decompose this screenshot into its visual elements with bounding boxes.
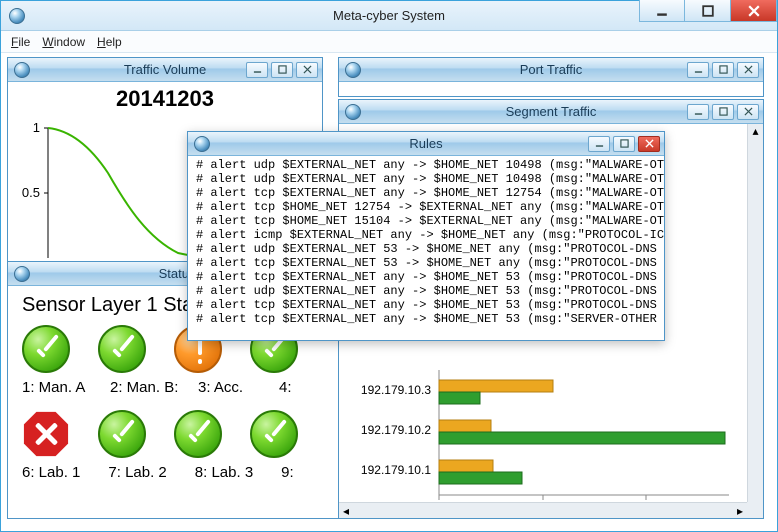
scroll-corner <box>747 502 763 518</box>
traffic-volume-date: 20141203 <box>18 86 312 112</box>
app-title: Meta-cyber System <box>333 8 445 23</box>
seg-label: 192.179.10.3 <box>361 383 431 397</box>
mdi-area: Port Traffic Traffic Volume 20141203 <box>1 53 777 531</box>
titlebar-rules[interactable]: Rules <box>188 132 664 156</box>
status-badge-ok-icon <box>98 410 146 458</box>
minimize-button[interactable] <box>687 104 709 120</box>
status-badge-ok-icon <box>22 325 70 373</box>
status-label: 3: Acc. <box>198 379 251 396</box>
scroll-left-icon[interactable]: ◂ <box>339 504 353 518</box>
title-rules: Rules <box>409 136 442 151</box>
close-button[interactable] <box>638 136 660 152</box>
app-icon <box>9 8 25 24</box>
window-port-traffic[interactable]: Port Traffic <box>338 57 764 97</box>
main-titlebar[interactable]: Meta-cyber System <box>1 1 777 31</box>
window-rules[interactable]: Rules # alert udp $EXTERNAL_NET any -> $… <box>187 131 665 341</box>
close-button[interactable] <box>737 104 759 120</box>
status-badge-error-icon <box>22 410 70 458</box>
globe-icon <box>14 266 30 282</box>
status-row-2-badges <box>22 410 332 458</box>
status-badge-ok-icon <box>98 325 146 373</box>
titlebar-port-traffic[interactable]: Port Traffic <box>339 58 763 82</box>
titlebar-traffic-volume[interactable]: Traffic Volume <box>8 58 322 82</box>
seg-label: 192.179.10.1 <box>361 463 431 477</box>
status-badge-ok-icon <box>250 410 298 458</box>
maximize-button[interactable] <box>712 62 734 78</box>
titlebar-segment-traffic[interactable]: Segment Traffic <box>339 100 763 124</box>
rules-text[interactable]: # alert udp $EXTERNAL_NET any -> $HOME_N… <box>188 156 664 330</box>
bar-A <box>439 460 493 472</box>
bar-A <box>439 420 491 432</box>
globe-icon <box>194 136 210 152</box>
globe-icon <box>345 104 361 120</box>
scroll-up-icon[interactable]: ▴ <box>749 124 763 138</box>
menu-file[interactable]: File <box>11 35 30 49</box>
status-label: 9: <box>281 464 332 481</box>
minimize-button[interactable] <box>588 136 610 152</box>
close-button[interactable] <box>296 62 318 78</box>
menu-window[interactable]: Window <box>42 35 85 49</box>
menubar: File Window Help <box>1 31 777 53</box>
status-label: 6: Lab. 1 <box>22 464 80 481</box>
title-segment-traffic: Segment Traffic <box>506 104 597 119</box>
title-port-traffic: Port Traffic <box>520 62 583 77</box>
status-row-2-labels: 6: Lab. 1 7: Lab. 2 8: Lab. 3 9: <box>22 464 332 481</box>
main-maximize-button[interactable] <box>685 0 731 22</box>
status-label: 1: Man. A <box>22 379 82 396</box>
minimize-button[interactable] <box>687 62 709 78</box>
maximize-button[interactable] <box>712 104 734 120</box>
globe-icon <box>14 62 30 78</box>
bar-B <box>439 392 480 404</box>
ytick-1: 1 <box>33 120 40 135</box>
scroll-right-icon[interactable]: ▸ <box>733 504 747 518</box>
status-label: 4: <box>279 379 332 396</box>
status-label: 8: Lab. 3 <box>195 464 253 481</box>
main-minimize-button[interactable] <box>639 0 685 22</box>
seg-label: 192.179.10.2 <box>361 423 431 437</box>
title-traffic-volume: Traffic Volume <box>124 62 206 77</box>
status-badge-ok-icon <box>174 410 222 458</box>
bar-B <box>439 432 725 444</box>
close-button[interactable] <box>737 62 759 78</box>
vertical-scrollbar[interactable]: ▴ ▾ <box>747 124 763 518</box>
ytick-0-5: 0.5 <box>22 185 40 200</box>
status-label: 7: Lab. 2 <box>108 464 166 481</box>
horizontal-scrollbar[interactable]: ◂ ▸ <box>339 502 747 518</box>
main-close-button[interactable] <box>731 0 777 22</box>
menu-help[interactable]: Help <box>97 35 122 49</box>
bar-B <box>439 472 522 484</box>
globe-icon <box>345 62 361 78</box>
bar-A <box>439 380 553 392</box>
maximize-button[interactable] <box>271 62 293 78</box>
maximize-button[interactable] <box>613 136 635 152</box>
status-label: 2: Man. B: <box>110 379 170 396</box>
status-row-1-labels: 1: Man. A 2: Man. B: 3: Acc. 4: <box>22 379 332 396</box>
minimize-button[interactable] <box>246 62 268 78</box>
